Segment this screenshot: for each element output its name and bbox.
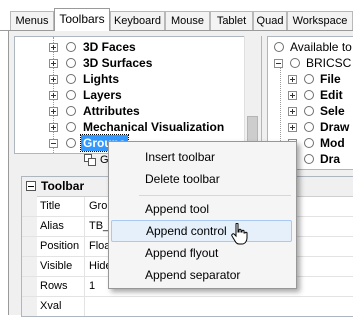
tree-item[interactable]: BRICSC — [268, 55, 353, 71]
radio-icon[interactable] — [66, 42, 76, 52]
tree-item[interactable]: Sele — [268, 103, 353, 119]
radio-icon[interactable] — [66, 106, 76, 116]
scrollbar-thumb[interactable] — [247, 116, 258, 144]
tree-item[interactable]: Mechanical Visualization — [15, 119, 261, 135]
radio-icon[interactable] — [66, 122, 76, 132]
tab-menus[interactable]: Menus — [10, 11, 54, 30]
collapse-icon[interactable] — [274, 59, 283, 68]
radio-icon[interactable] — [66, 58, 76, 68]
radio-icon[interactable] — [290, 58, 300, 68]
property-name: Xval — [37, 297, 85, 316]
property-name: Position — [37, 237, 85, 256]
tab-toolbars[interactable]: Toolbars — [54, 8, 110, 31]
menu-item-append-control[interactable]: Append control — [111, 220, 292, 242]
tree-scrollbar[interactable] — [244, 36, 261, 152]
tree-item[interactable]: 3D Surfaces — [15, 55, 261, 71]
tab-bar: Menus Toolbars Keyboard Mouse Tablet Qua… — [0, 0, 353, 31]
expand-icon[interactable] — [288, 123, 297, 132]
tree-item[interactable]: Lights — [15, 71, 261, 87]
tree-item-label: 3D Faces — [83, 40, 136, 54]
tree-item[interactable]: Available to — [268, 39, 353, 55]
collapse-icon[interactable] — [49, 139, 58, 148]
expand-icon[interactable] — [49, 123, 58, 132]
property-name: Title — [37, 197, 85, 216]
property-name: Rows — [37, 277, 85, 296]
expand-icon[interactable] — [288, 91, 297, 100]
tree-item[interactable]: Layers — [15, 87, 261, 103]
expand-icon[interactable] — [49, 107, 58, 116]
property-value[interactable] — [86, 297, 89, 316]
tree-item-label: Dra — [320, 152, 341, 166]
expand-icon[interactable] — [49, 91, 58, 100]
menu-item-append-tool[interactable]: Append tool — [111, 198, 292, 220]
radio-icon[interactable] — [304, 74, 314, 84]
radio-icon[interactable] — [66, 138, 76, 148]
radio-icon[interactable] — [304, 122, 314, 132]
tree-item-label: Sele — [320, 104, 345, 118]
radio-icon[interactable] — [304, 154, 314, 164]
radio-icon[interactable] — [274, 42, 284, 52]
radio-icon[interactable] — [304, 90, 314, 100]
menu-separator — [139, 195, 291, 196]
property-name: Alias — [37, 217, 85, 236]
expand-icon[interactable] — [49, 43, 58, 52]
radio-icon[interactable] — [304, 138, 314, 148]
tab-tablet[interactable]: Tablet — [210, 11, 253, 30]
tab-quad[interactable]: Quad — [253, 11, 287, 30]
tab-keyboard[interactable]: Keyboard — [110, 11, 165, 30]
tree-item-label: Mechanical Visualization — [83, 120, 225, 134]
toolbar-tool-icon — [84, 154, 96, 166]
property-name: Visible — [37, 257, 85, 276]
context-menu: Insert toolbar Delete toolbar Append too… — [108, 141, 297, 289]
tree-item-label: 3D Surfaces — [83, 56, 153, 70]
tree-item[interactable]: 3D Faces — [15, 39, 261, 55]
hand-cursor-icon — [231, 222, 249, 248]
menu-item-insert-toolbar[interactable]: Insert toolbar — [111, 146, 292, 168]
toolbar-tree[interactable]: 3D Faces 3D Surfaces Lights Layers Attri… — [14, 36, 262, 154]
tree-item-label: Edit — [320, 88, 343, 102]
tab-workspace[interactable]: Workspace — [287, 11, 353, 30]
tree-item-label: Lights — [83, 72, 119, 86]
tree-item[interactable]: Attributes — [15, 103, 261, 119]
expand-icon[interactable] — [49, 59, 58, 68]
menu-item-append-separator[interactable]: Append separator — [111, 264, 292, 286]
tree-item-label: File — [320, 72, 341, 86]
tree-item-label: Layers — [83, 88, 122, 102]
tree-item[interactable]: Draw — [268, 119, 353, 135]
tree-item[interactable]: Edit — [268, 87, 353, 103]
expand-icon[interactable] — [288, 107, 297, 116]
tree-item[interactable]: File — [268, 71, 353, 87]
radio-icon[interactable] — [304, 106, 314, 116]
category-title: Toolbar — [41, 179, 85, 193]
property-row[interactable]: Xval — [22, 297, 353, 316]
tab-mouse[interactable]: Mouse — [165, 11, 210, 30]
radio-icon[interactable] — [66, 74, 76, 84]
tree-item-label: Draw — [320, 120, 350, 134]
collapse-icon[interactable] — [26, 181, 36, 191]
tree-item-label: Mod — [320, 136, 345, 150]
menu-item-append-flyout[interactable]: Append flyout — [111, 242, 292, 264]
tree-item-label: BRICSC — [306, 56, 352, 70]
tree-item-label: Attributes — [83, 104, 140, 118]
menu-item-delete-toolbar[interactable]: Delete toolbar — [111, 168, 292, 190]
expand-icon[interactable] — [49, 75, 58, 84]
tree-item-label: Available to — [290, 40, 352, 54]
radio-icon[interactable] — [66, 90, 76, 100]
property-value[interactable]: 1 — [86, 277, 95, 296]
expand-icon[interactable] — [288, 75, 297, 84]
